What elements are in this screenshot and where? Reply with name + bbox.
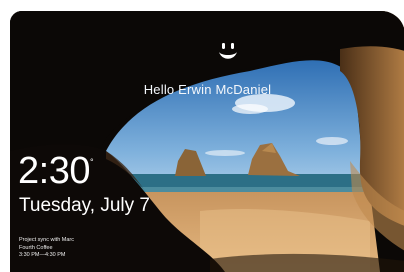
event-location: Fourth Coffee xyxy=(19,244,53,251)
clock-date: Tuesday, July 7 xyxy=(19,195,150,216)
clock-indicator: ° xyxy=(90,157,94,167)
event-title: Project sync with Marc xyxy=(19,237,75,243)
greeting-text: Hello Erwin McDaniel xyxy=(143,82,272,97)
cave-beach-wallpaper xyxy=(10,11,404,272)
smiley-face-icon xyxy=(219,43,237,59)
lock-screen[interactable]: Hello Erwin McDaniel 2:30 ° Tuesday, Jul… xyxy=(10,11,404,272)
event-time-range: 3:30 PM—4:30 PM xyxy=(19,252,66,258)
clock-time: 2:30 xyxy=(18,150,90,192)
calendar-event: Project sync with Marc Fourth Coffee 3:3… xyxy=(19,237,74,260)
